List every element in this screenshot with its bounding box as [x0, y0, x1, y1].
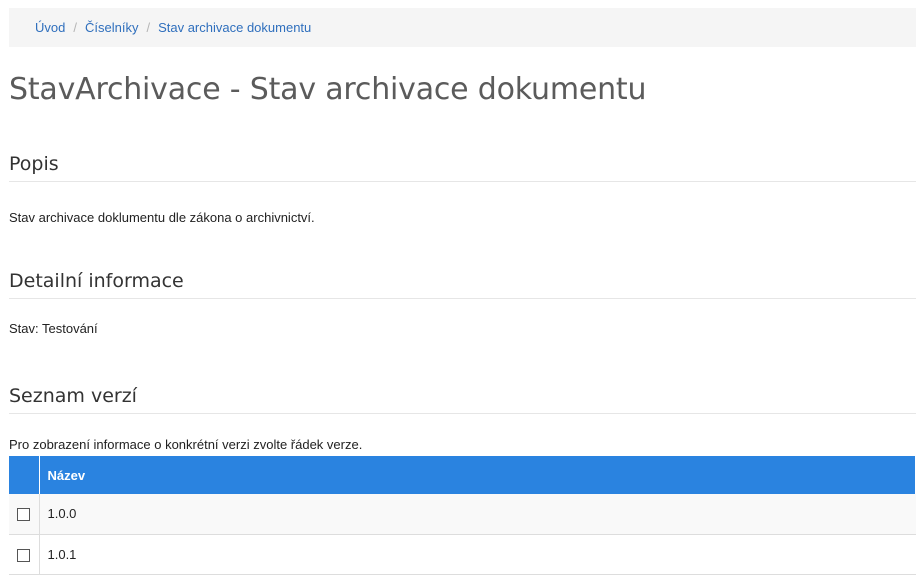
verze-hint-text: Pro zobrazení informace o konkrétní verz… [9, 437, 363, 452]
table-header-row: Název [9, 456, 916, 494]
row-checkbox[interactable] [17, 548, 31, 562]
breadcrumb-home-link[interactable]: Úvod [35, 20, 65, 35]
row-checkbox-cell [9, 534, 40, 575]
breadcrumb-ciselniky-link[interactable]: Číselníky [85, 20, 138, 35]
column-header-nazev[interactable]: Název [39, 456, 916, 494]
section-title-detail: Detailní informace [9, 270, 916, 299]
breadcrumb-separator: / [146, 20, 151, 35]
row-checkbox-cell [9, 494, 40, 535]
version-cell[interactable]: 1.0.1 [39, 534, 916, 575]
page-title: StavArchivace - Stav archivace dokumentu [9, 72, 647, 107]
section-title-verze: Seznam verzí [9, 385, 916, 414]
section-title-popis: Popis [9, 153, 916, 182]
table-row[interactable]: 1.0.0 [9, 494, 916, 535]
detail-status-text: Stav: Testování [9, 321, 98, 336]
version-cell[interactable]: 1.0.0 [39, 494, 916, 535]
checkbox-column-header [9, 456, 40, 494]
row-checkbox[interactable] [17, 508, 31, 522]
breadcrumb-current-link[interactable]: Stav archivace dokumentu [158, 20, 311, 35]
breadcrumb-separator: / [73, 20, 77, 35]
versions-table: Název 1.0.0 1.0.1 [9, 456, 916, 575]
popis-text: Stav archivace doklumentu dle zákona o a… [9, 210, 315, 225]
breadcrumb: Úvod / Číselníky / Stav archivace dokume… [9, 8, 916, 47]
table-row[interactable]: 1.0.1 [9, 534, 916, 575]
page: Úvod / Číselníky / Stav archivace dokume… [0, 0, 916, 575]
